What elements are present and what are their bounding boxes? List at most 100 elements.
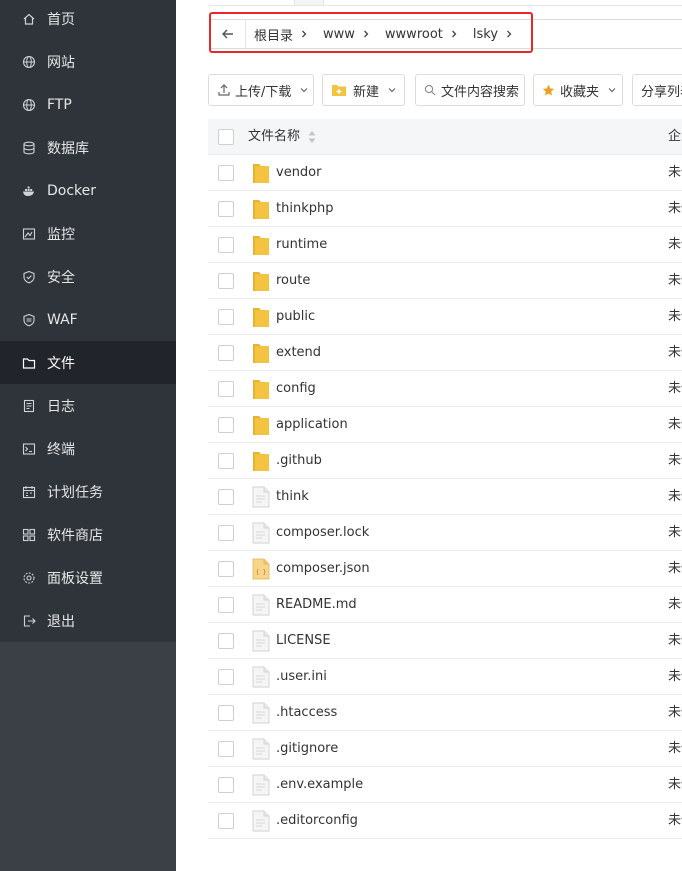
shield-icon — [22, 270, 36, 284]
row-checkbox[interactable] — [218, 453, 234, 469]
breadcrumb-segment[interactable]: wwwroot — [377, 20, 465, 48]
table-row[interactable]: .user.ini 未保护 — [208, 659, 682, 695]
row-checkbox[interactable] — [218, 489, 234, 505]
new-button[interactable]: 新建 — [322, 74, 405, 106]
row-checkbox[interactable] — [218, 561, 234, 577]
sidebar-item-folder[interactable]: 文件 — [0, 341, 176, 384]
row-checkbox[interactable] — [218, 705, 234, 721]
sidebar-item-waf-shield[interactable]: WAF — [0, 298, 176, 341]
table-row[interactable]: .htaccess 未保护 — [208, 695, 682, 731]
breadcrumb-segment[interactable]: 根目录 — [246, 20, 315, 48]
table-row[interactable]: .github 未保护 — [208, 443, 682, 479]
table-row[interactable]: route 未保护 — [208, 263, 682, 299]
sidebar-item-apps[interactable]: 软件商店 — [0, 513, 176, 556]
tab-fragment — [294, 0, 324, 6]
file-icon — [252, 522, 270, 544]
waf-shield-icon — [22, 313, 36, 327]
row-checkbox[interactable] — [218, 741, 234, 757]
sidebar-item-globe[interactable]: FTP — [0, 83, 176, 126]
row-checkbox[interactable] — [218, 633, 234, 649]
database-icon — [22, 141, 36, 155]
table-row[interactable]: think 未保护 — [208, 479, 682, 515]
file-name[interactable]: config — [276, 371, 316, 407]
table-row[interactable]: .editorconfig 未保护 — [208, 803, 682, 839]
table-row[interactable]: vendor 未保护 — [208, 155, 682, 191]
sidebar-item-globe[interactable]: 网站 — [0, 40, 176, 83]
row-checkbox[interactable] — [218, 597, 234, 613]
file-name[interactable]: composer.json — [276, 551, 370, 587]
table-row[interactable]: application 未保护 — [208, 407, 682, 443]
table-row[interactable]: runtime 未保护 — [208, 227, 682, 263]
star-icon — [542, 84, 555, 95]
sidebar-item-docker[interactable]: Docker — [0, 169, 176, 212]
column-header-name[interactable]: 文件名称 — [248, 119, 300, 155]
file-name[interactable]: think — [276, 479, 309, 515]
table-row[interactable]: .gitignore 未保护 — [208, 731, 682, 767]
file-name[interactable]: .editorconfig — [276, 803, 358, 839]
sidebar-item-gear[interactable]: 面板设置 — [0, 556, 176, 599]
sidebar-item-log[interactable]: 日志 — [0, 384, 176, 427]
row-checkbox[interactable] — [218, 813, 234, 829]
row-checkbox[interactable] — [218, 381, 234, 397]
table-row[interactable]: composer.lock 未保护 — [208, 515, 682, 551]
protection-status: 未保护 — [668, 597, 682, 612]
file-name[interactable]: route — [276, 263, 310, 299]
sidebar-item-terminal[interactable]: 终端 — [0, 427, 176, 470]
select-all-checkbox[interactable] — [218, 129, 234, 145]
table-row[interactable]: .env.example 未保护 — [208, 767, 682, 803]
breadcrumb-segment[interactable]: www — [315, 20, 377, 48]
row-checkbox[interactable] — [218, 309, 234, 325]
row-checkbox[interactable] — [218, 669, 234, 685]
table-row[interactable]: { } composer.json 未保护 — [208, 551, 682, 587]
protection-status: 未保护 — [668, 309, 682, 324]
table-row[interactable]: config 未保护 — [208, 371, 682, 407]
file-name[interactable]: vendor — [276, 155, 321, 191]
row-checkbox[interactable] — [218, 417, 234, 433]
arrow-left-icon — [221, 29, 233, 39]
file-name[interactable]: application — [276, 407, 348, 443]
file-name[interactable]: .htaccess — [276, 695, 337, 731]
file-name[interactable]: public — [276, 299, 315, 335]
table-row[interactable]: README.md 未保护 — [208, 587, 682, 623]
row-checkbox[interactable] — [218, 237, 234, 253]
breadcrumb-segment[interactable]: lsky — [465, 20, 520, 48]
sort-icon[interactable] — [307, 130, 317, 144]
file-name[interactable]: extend — [276, 335, 321, 371]
sidebar-item-calendar[interactable]: 计划任务 — [0, 470, 176, 513]
sidebar-item-database[interactable]: 数据库 — [0, 126, 176, 169]
file-name[interactable]: README.md — [276, 587, 357, 623]
file-name[interactable]: .github — [276, 443, 322, 479]
file-name[interactable]: runtime — [276, 227, 327, 263]
breadcrumb: 根目录 www wwwroot lsky — [209, 19, 682, 49]
table-row[interactable]: public 未保护 — [208, 299, 682, 335]
table-row[interactable]: LICENSE 未保护 — [208, 623, 682, 659]
chevron-right-icon — [443, 29, 465, 39]
protection-status: 未保护 — [668, 453, 682, 468]
row-checkbox[interactable] — [218, 165, 234, 181]
sidebar-item-monitor[interactable]: 监控 — [0, 212, 176, 255]
file-name[interactable]: .user.ini — [276, 659, 327, 695]
sidebar-item-shield[interactable]: 安全 — [0, 255, 176, 298]
sidebar-item-label: FTP — [47, 96, 72, 113]
row-checkbox[interactable] — [218, 777, 234, 793]
file-name[interactable]: composer.lock — [276, 515, 369, 551]
row-checkbox[interactable] — [218, 273, 234, 289]
file-content-search-button[interactable]: 文件内容搜索 — [415, 74, 525, 106]
upload-download-button[interactable]: 上传/下载 — [208, 74, 314, 106]
share-list-button[interactable]: 分享列表 — [632, 74, 682, 106]
row-checkbox[interactable] — [218, 345, 234, 361]
file-name[interactable]: .gitignore — [276, 731, 338, 767]
row-checkbox[interactable] — [218, 525, 234, 541]
favorites-button[interactable]: 收藏夹 — [533, 74, 623, 106]
file-name[interactable]: thinkphp — [276, 191, 333, 227]
table-row[interactable]: extend 未保护 — [208, 335, 682, 371]
file-name[interactable]: .env.example — [276, 767, 363, 803]
gear-icon — [22, 571, 36, 585]
file-name[interactable]: LICENSE — [276, 623, 331, 659]
table-row[interactable]: thinkphp 未保护 — [208, 191, 682, 227]
sidebar-item-home[interactable]: 首页 — [0, 0, 176, 40]
sidebar-item-logout[interactable]: 退出 — [0, 599, 176, 642]
file-icon — [252, 486, 270, 508]
row-checkbox[interactable] — [218, 201, 234, 217]
back-button[interactable] — [210, 20, 246, 48]
